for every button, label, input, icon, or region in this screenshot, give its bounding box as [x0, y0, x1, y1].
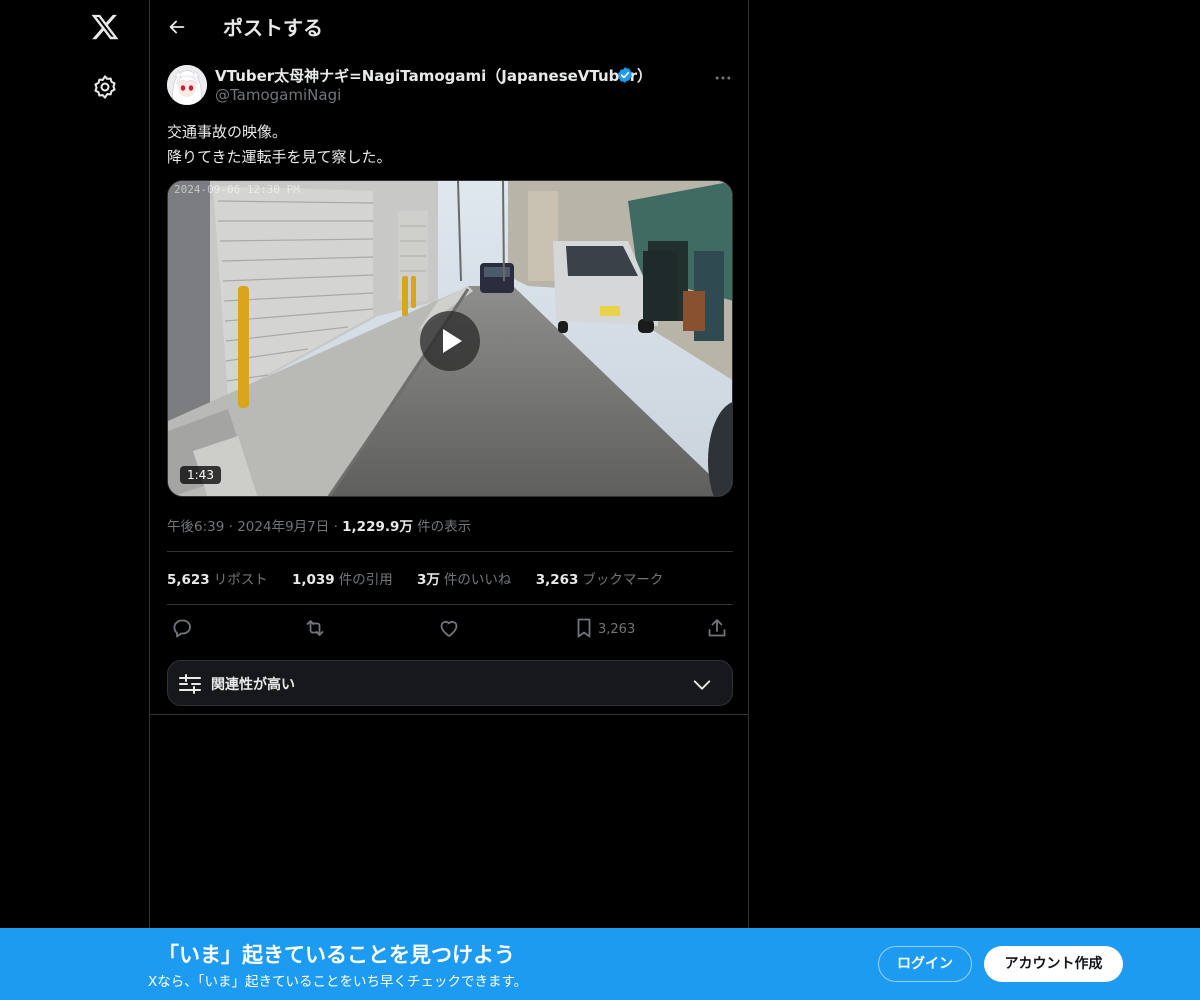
x-logo-icon[interactable]: [90, 12, 120, 42]
verified-badge-icon: [617, 67, 633, 83]
share-icon[interactable]: [705, 614, 729, 642]
stat-quotes[interactable]: 1,039 件の引用: [292, 568, 393, 588]
stat-reposts[interactable]: 5,623 リポスト: [167, 568, 268, 588]
video-player[interactable]: 2024-09-06 12:30 PM 1:43: [167, 180, 733, 497]
more-icon[interactable]: [713, 68, 733, 88]
page-title: ポストする: [223, 16, 323, 40]
divider: [150, 714, 749, 715]
post-time[interactable]: 午後6:39: [167, 519, 224, 535]
back-arrow-icon[interactable]: [166, 16, 188, 38]
like-icon[interactable]: [437, 614, 461, 642]
author-handle[interactable]: @TamogamiNagi: [215, 86, 341, 104]
post-text-line: 降りてきた運転手を見て察した。: [167, 148, 392, 166]
post-meta: 午後6:39 · 2024年9月7日 · 1,229.9万 件の表示: [167, 519, 472, 535]
reply-sort-label: 関連性が高い: [211, 677, 295, 693]
post-author: VTuber太母神ナギ=NagiTamogami（JapaneseVTuber）…: [167, 64, 733, 108]
chevron-down-icon: [693, 680, 711, 690]
play-icon: [443, 329, 462, 353]
banner-title: 「いま」起きていることを見つけよう: [158, 943, 515, 967]
post-actions: 3,263: [167, 614, 733, 644]
page-header: ポストする: [150, 0, 749, 54]
repost-icon[interactable]: [303, 614, 327, 642]
gear-icon[interactable]: [92, 74, 118, 100]
post-date[interactable]: 2024年9月7日: [237, 519, 329, 535]
signup-banner: 「いま」起きていることを見つけよう Xなら、「いま」起きていることをいち早くチェ…: [0, 928, 1200, 1000]
video-timestamp: 2024-09-06 12:30 PM: [174, 183, 300, 196]
stat-likes[interactable]: 3万 件のいいね: [417, 568, 511, 588]
post-stats: 5,623 リポスト 1,039 件の引用 3万 件のいいね 3,263 ブックマーク: [167, 568, 683, 588]
view-count: 1,229.9万: [342, 519, 413, 535]
post-column: ポストする VTuber太母神ナギ=NagiTamogami（JapaneseV…: [149, 0, 749, 1000]
author-name[interactable]: VTuber太母神ナギ=NagiTamogami（JapaneseVTuber）: [215, 65, 652, 86]
video-duration: 1:43: [180, 466, 221, 484]
stat-bookmarks[interactable]: 3,263 ブックマーク: [536, 568, 664, 588]
signup-button[interactable]: アカウント作成: [984, 946, 1123, 982]
filter-icon: [179, 674, 201, 694]
post-text: 交通事故の映像。 降りてきた運転手を見て察した。: [167, 120, 733, 170]
avatar[interactable]: [167, 65, 207, 105]
view-count-label: 件の表示: [417, 519, 472, 535]
banner-subtitle: Xなら、「いま」起きていることをいち早くチェックできます。: [148, 974, 528, 990]
login-button[interactable]: ログイン: [878, 946, 972, 982]
divider: [167, 551, 733, 552]
left-nav: [0, 0, 150, 1000]
post-text-line: 交通事故の映像。: [167, 123, 288, 141]
reply-icon[interactable]: [170, 614, 194, 642]
play-button[interactable]: [420, 311, 480, 371]
bookmark-icon[interactable]: [572, 614, 596, 642]
divider: [167, 604, 733, 605]
bookmark-count: 3,263: [598, 622, 636, 637]
reply-sort-dropdown[interactable]: 関連性が高い: [167, 660, 733, 706]
